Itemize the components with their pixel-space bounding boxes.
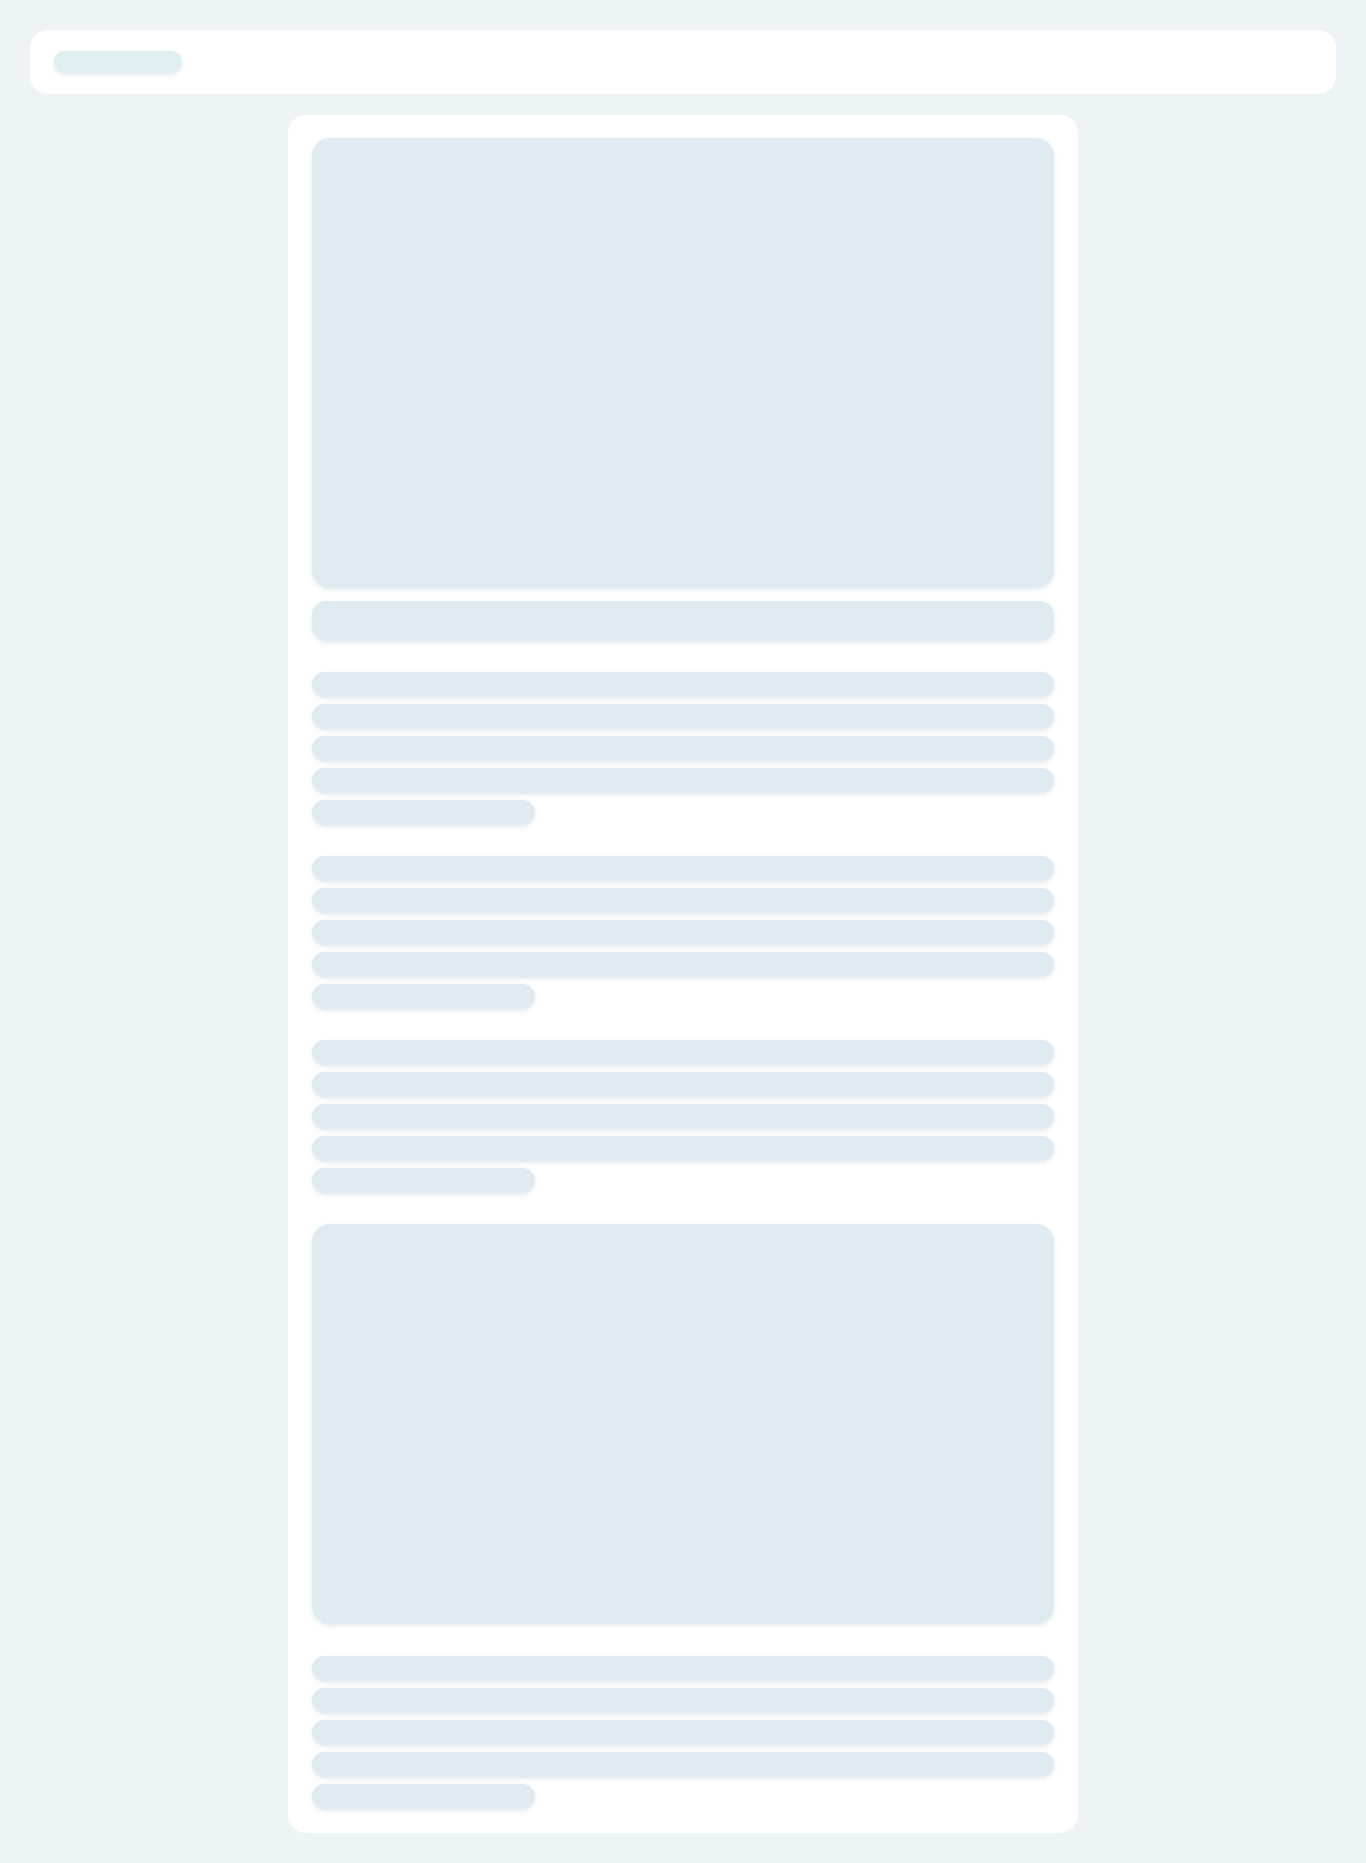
text-line-placeholder — [312, 1688, 1054, 1713]
hero-image-placeholder — [312, 138, 1054, 588]
text-line-placeholder — [312, 888, 1054, 913]
title-placeholder — [312, 601, 1054, 641]
logo-placeholder — [54, 51, 182, 73]
text-line-placeholder — [312, 856, 1054, 881]
text-line-placeholder — [312, 1104, 1054, 1129]
text-line-placeholder — [312, 1040, 1054, 1065]
text-line-placeholder — [312, 1752, 1054, 1777]
top-bar — [30, 30, 1336, 94]
text-line-placeholder — [312, 768, 1054, 793]
text-line-placeholder — [312, 984, 535, 1009]
text-line-placeholder — [312, 920, 1054, 945]
text-line-placeholder — [312, 1720, 1054, 1745]
text-line-placeholder — [312, 1136, 1054, 1161]
text-line-placeholder — [312, 736, 1054, 761]
text-line-placeholder — [312, 800, 535, 825]
text-line-placeholder — [312, 952, 1054, 977]
text-line-placeholder — [312, 1656, 1054, 1681]
text-line-placeholder — [312, 1072, 1054, 1097]
text-line-placeholder — [312, 672, 1054, 697]
text-line-placeholder — [312, 1168, 535, 1193]
inline-image-placeholder — [312, 1224, 1054, 1624]
article-card — [288, 115, 1078, 1833]
text-line-placeholder — [312, 704, 1054, 729]
text-line-placeholder — [312, 1784, 535, 1809]
